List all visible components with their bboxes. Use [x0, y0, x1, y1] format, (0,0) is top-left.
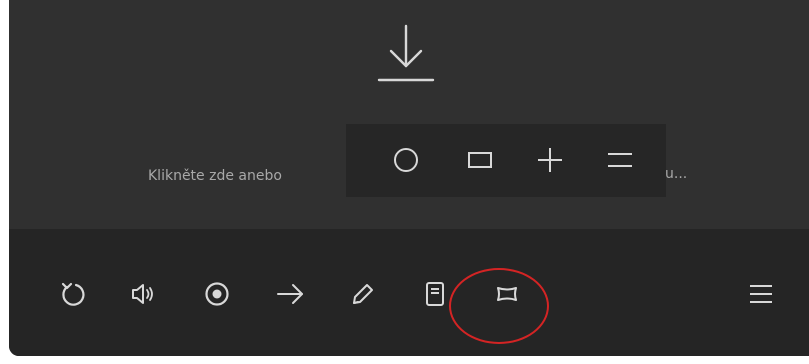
- arrow-tool-button[interactable]: [273, 277, 307, 311]
- circle-shape-button[interactable]: [388, 142, 424, 178]
- arrow-right-icon: [277, 284, 303, 304]
- record-button[interactable]: [200, 277, 234, 311]
- app-window: Klikněte zde anebo u...: [9, 0, 809, 356]
- speaker-button[interactable]: [127, 277, 161, 311]
- shape-tool-button[interactable]: [490, 277, 524, 311]
- speaker-icon: [132, 284, 153, 304]
- plus-icon: [538, 148, 562, 172]
- bottom-toolbar: [9, 229, 809, 356]
- document-button[interactable]: [418, 277, 452, 311]
- drop-hint-text-tail: u...: [665, 166, 688, 182]
- document-icon: [426, 282, 444, 306]
- circle-icon: [394, 148, 418, 172]
- equals-icon: [608, 153, 632, 167]
- refresh-icon: [61, 282, 85, 306]
- shape-picker-popup: [346, 124, 666, 197]
- plus-shape-button[interactable]: [532, 142, 568, 178]
- menu-icon: [750, 285, 772, 303]
- pencil-icon: [353, 284, 373, 304]
- pencil-tool-button[interactable]: [345, 277, 379, 311]
- shape-tool-icon: [497, 287, 517, 301]
- drop-hint-text: Klikněte zde anebo: [148, 168, 282, 184]
- menu-button[interactable]: [744, 277, 778, 311]
- download-icon[interactable]: [375, 20, 437, 90]
- record-icon: [205, 282, 229, 306]
- drop-area[interactable]: Klikněte zde anebo u...: [9, 0, 809, 229]
- rectangle-shape-button[interactable]: [462, 142, 498, 178]
- equals-shape-button[interactable]: [602, 142, 638, 178]
- refresh-button[interactable]: [56, 277, 90, 311]
- rectangle-icon: [468, 152, 492, 168]
